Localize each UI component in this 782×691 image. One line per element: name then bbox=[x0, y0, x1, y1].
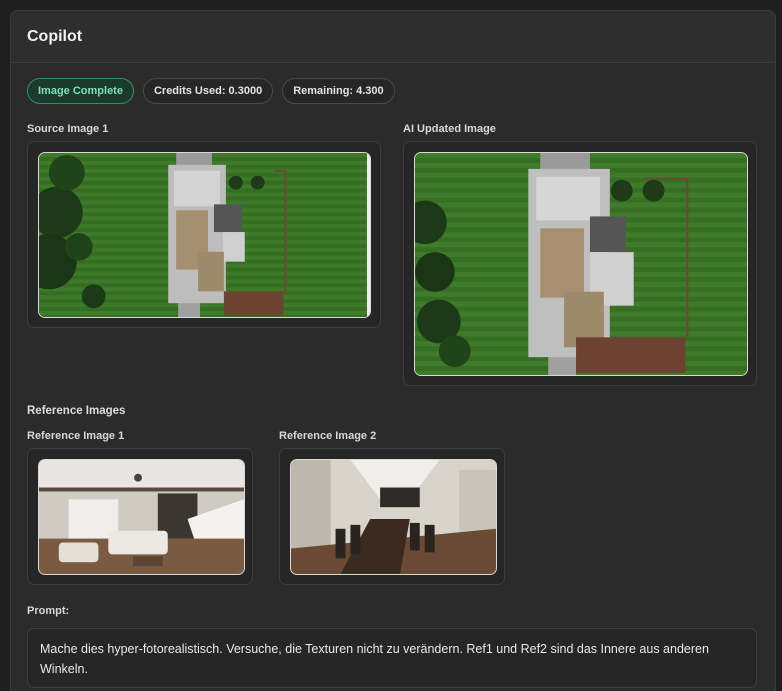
reference-image-2-label: Reference Image 2 bbox=[279, 430, 377, 442]
ai-updated-floorplan-image[interactable] bbox=[414, 152, 748, 376]
credits-used-badge: Credits Used: 0.3000 bbox=[142, 78, 274, 104]
reference-images-heading: Reference Images bbox=[27, 405, 126, 417]
floorplan-render-icon bbox=[415, 153, 747, 375]
prompt-label: Prompt: bbox=[27, 605, 70, 617]
copilot-panel: Copilot Image Complete Credits Used: 0.3… bbox=[10, 10, 776, 691]
source-image-label: Source Image 1 bbox=[27, 123, 109, 135]
reference-image-1[interactable] bbox=[38, 459, 245, 575]
reference-image-2[interactable] bbox=[290, 459, 497, 575]
remaining-credits-badge: Remaining: 4.300 bbox=[282, 78, 395, 104]
image-complete-badge: Image Complete bbox=[27, 78, 134, 104]
panel-header: Copilot bbox=[11, 11, 775, 63]
living-room-photo-icon bbox=[39, 460, 244, 574]
ai-image-card bbox=[403, 141, 757, 386]
floorplan-render-icon bbox=[39, 153, 370, 317]
prompt-text: Mache dies hyper-fotorealistisch. Versuc… bbox=[40, 642, 709, 676]
prompt-text-box: Mache dies hyper-fotorealistisch. Versuc… bbox=[27, 628, 757, 688]
panel-title: Copilot bbox=[27, 27, 83, 45]
dining-room-photo-icon bbox=[291, 460, 496, 574]
reference-image-1-label: Reference Image 1 bbox=[27, 430, 125, 442]
reference-image-1-card bbox=[27, 448, 253, 585]
reference-image-2-card bbox=[279, 448, 505, 585]
source-image-card bbox=[27, 141, 381, 328]
source-floorplan-image[interactable] bbox=[38, 152, 371, 318]
ai-image-label: AI Updated Image bbox=[403, 123, 496, 135]
status-badges: Image Complete Credits Used: 0.3000 Rema… bbox=[27, 78, 395, 104]
